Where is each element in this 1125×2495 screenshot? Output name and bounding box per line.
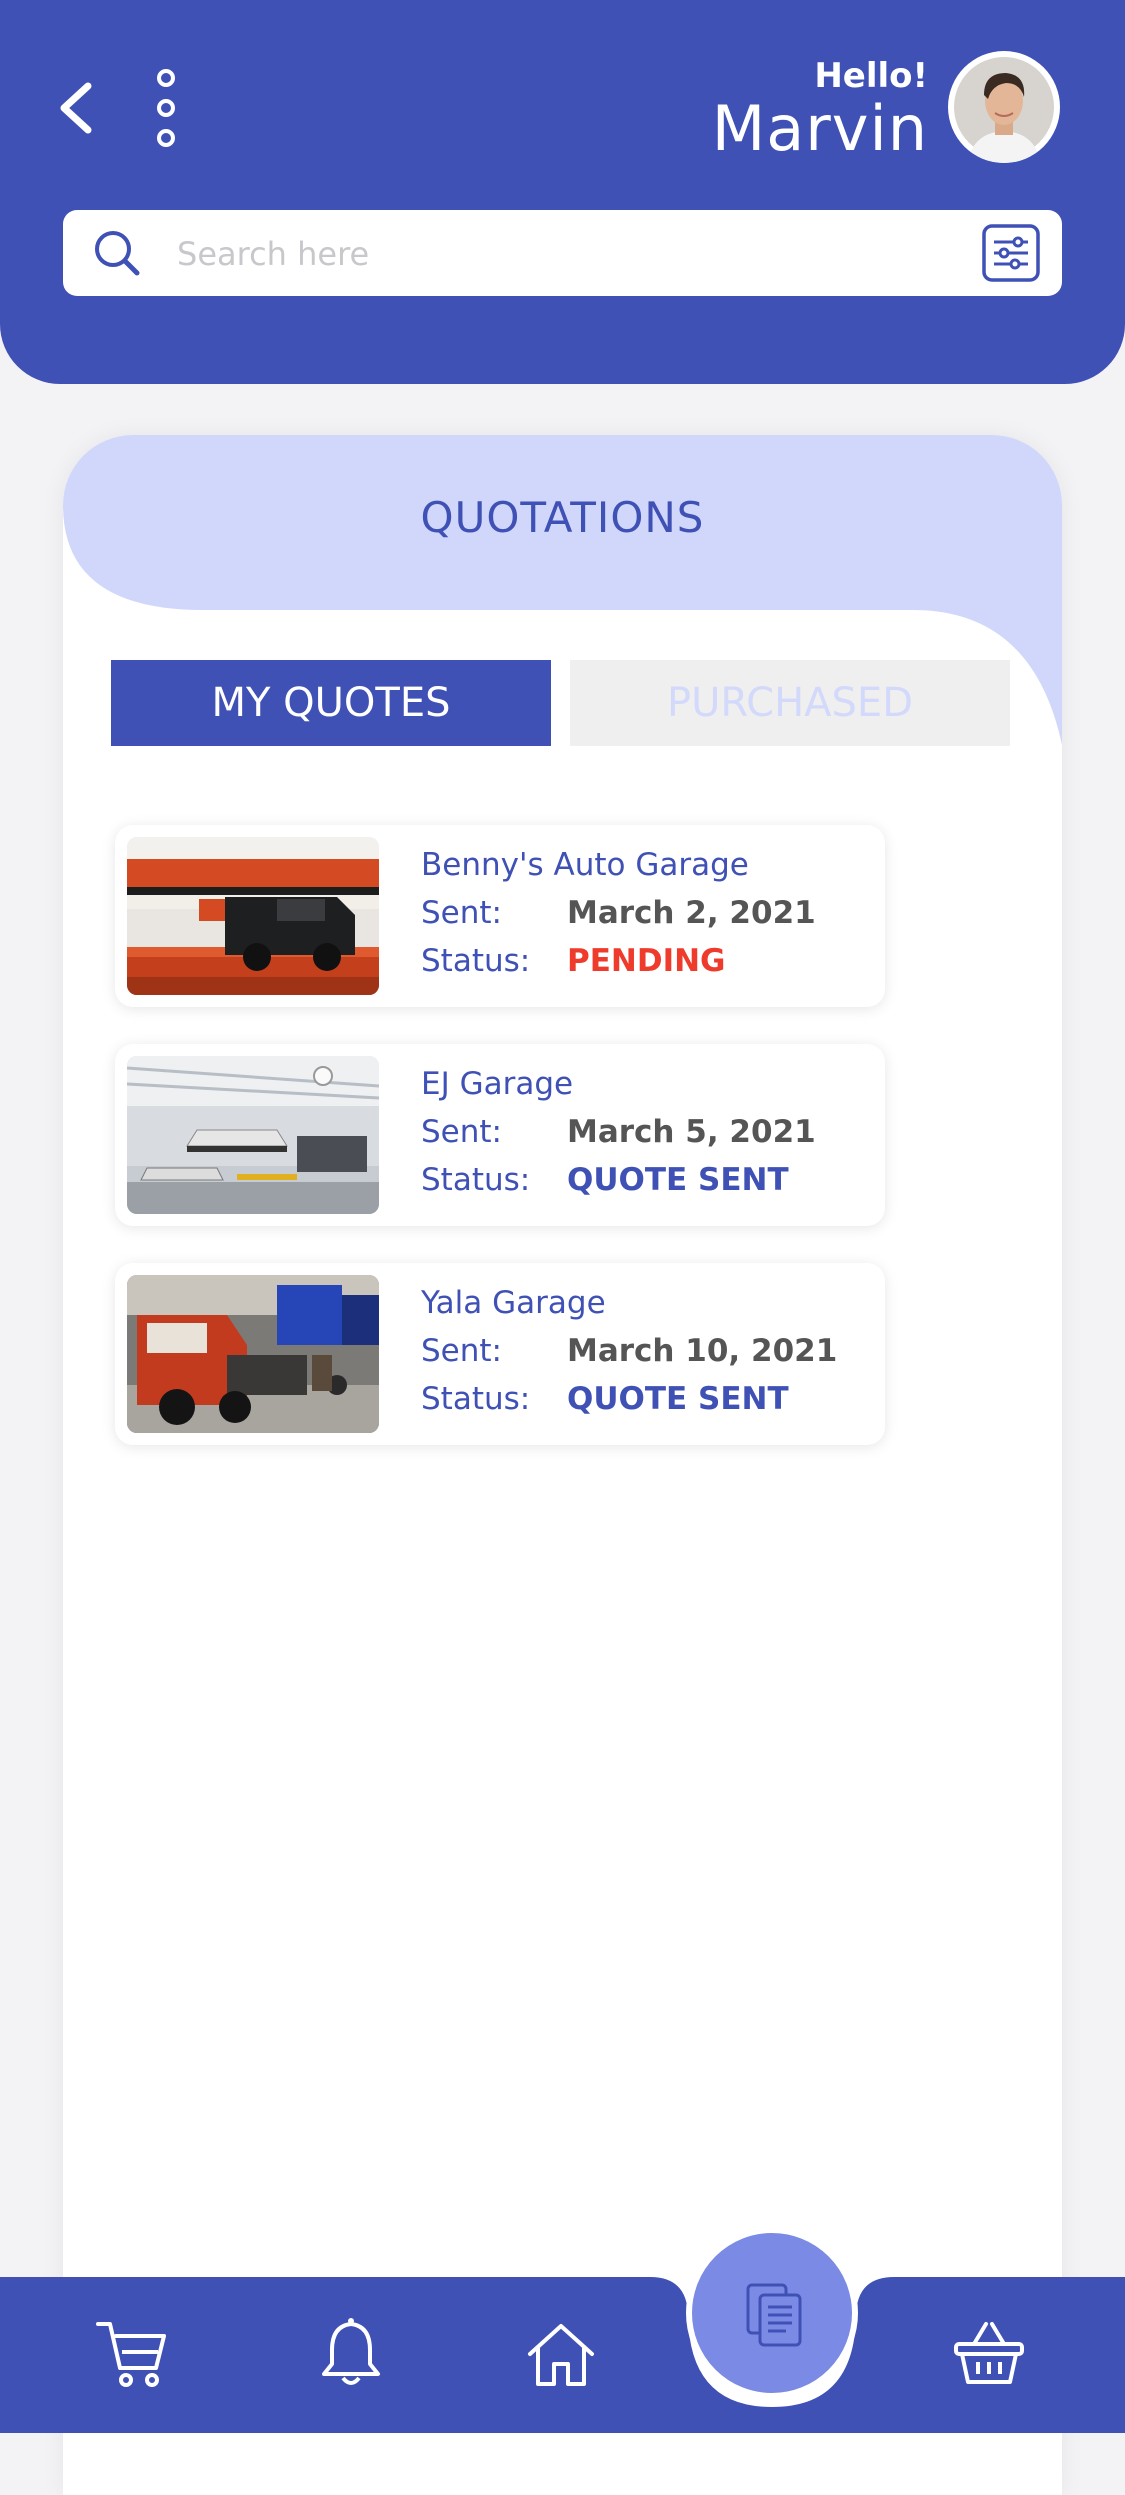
garage-name: EJ Garage	[421, 1066, 574, 1102]
home-icon[interactable]	[524, 2318, 598, 2392]
search-input[interactable]	[175, 210, 999, 298]
status-badge: PENDING	[567, 943, 726, 979]
search-icon[interactable]	[91, 227, 143, 279]
user-name: Marvin	[711, 92, 928, 165]
quote-card[interactable]: EJ Garage Sent: March 5, 2021 Status: QU…	[115, 1044, 885, 1226]
basket-icon[interactable]	[952, 2316, 1026, 2390]
search-bar	[63, 210, 1062, 298]
garage-photo	[127, 837, 379, 995]
page-title: QUOTATIONS	[420, 493, 705, 542]
status-badge: QUOTE SENT	[567, 1381, 789, 1417]
bell-icon[interactable]	[314, 2316, 388, 2390]
garage-photo	[127, 1275, 379, 1433]
status-label: Status:	[421, 1162, 531, 1198]
status-badge: QUOTE SENT	[567, 1162, 789, 1198]
tab-purchased[interactable]: PURCHASED	[570, 660, 1010, 746]
quote-card[interactable]: Benny's Auto Garage Sent: March 2, 2021 …	[115, 825, 885, 1007]
sent-label: Sent:	[421, 1333, 502, 1369]
status-label: Status:	[421, 1381, 531, 1417]
status-label: Status:	[421, 943, 531, 979]
tab-my-quotes[interactable]: MY QUOTES	[111, 660, 551, 746]
greeting-text: Hello!	[814, 56, 928, 96]
garage-photo	[127, 1056, 379, 1214]
cart-icon[interactable]	[94, 2316, 168, 2390]
avatar-photo	[954, 57, 1054, 163]
sent-label: Sent:	[421, 1114, 502, 1150]
sent-date: March 2, 2021	[567, 895, 816, 931]
app-header: Hello! Marvin	[0, 0, 1125, 384]
filter-settings-icon[interactable]	[981, 223, 1041, 283]
quotations-card: QUOTATIONS MY QUOTES PURCHASED	[63, 435, 1062, 2495]
sent-date: March 10, 2021	[567, 1333, 838, 1369]
back-icon[interactable]	[52, 78, 102, 138]
more-vertical-icon[interactable]	[148, 68, 184, 148]
sent-label: Sent:	[421, 895, 502, 931]
documents-icon	[746, 2283, 802, 2347]
garage-name: Yala Garage	[421, 1285, 606, 1321]
avatar[interactable]	[948, 51, 1060, 163]
sent-date: March 5, 2021	[567, 1114, 816, 1150]
garage-name: Benny's Auto Garage	[421, 847, 749, 883]
quotes-fab-button[interactable]	[686, 2227, 858, 2399]
quote-card[interactable]: Yala Garage Sent: March 10, 2021 Status:…	[115, 1263, 885, 1445]
